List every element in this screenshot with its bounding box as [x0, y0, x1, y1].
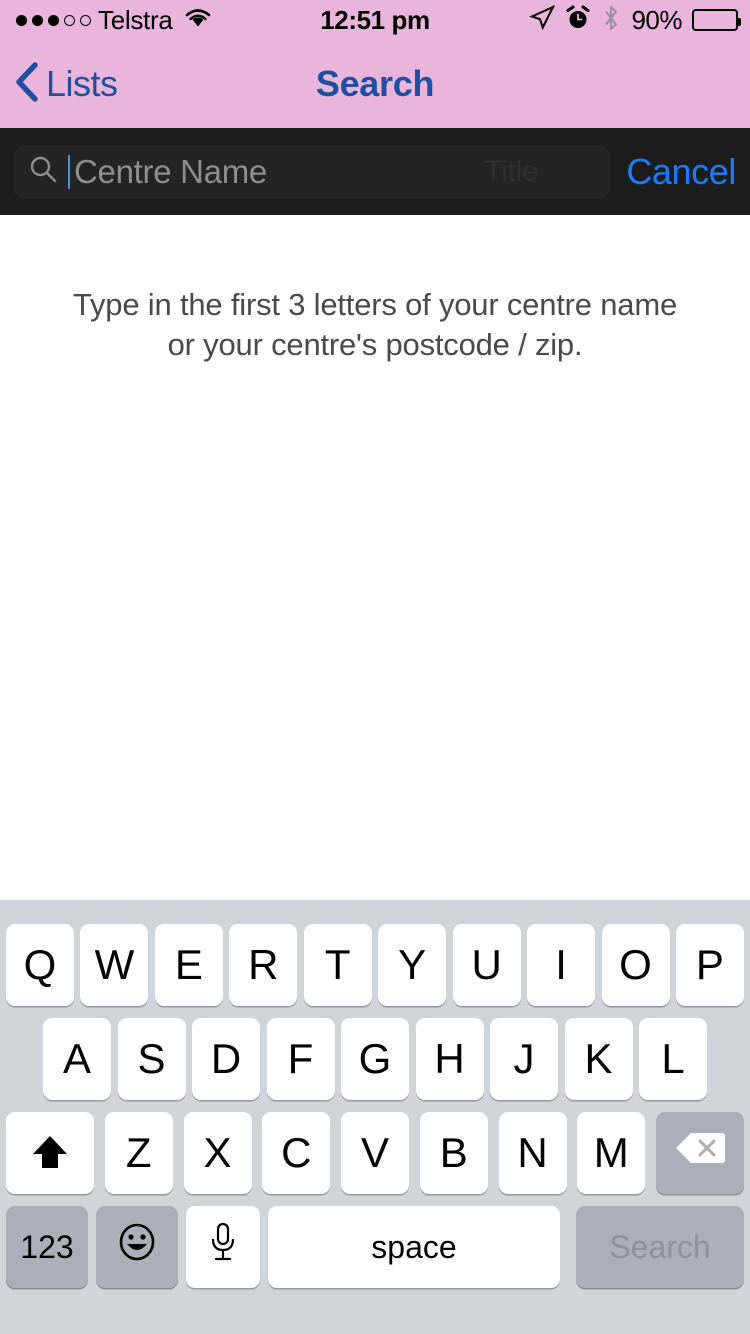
key-w[interactable]: W	[80, 924, 149, 1006]
key-v[interactable]: V	[341, 1112, 409, 1194]
phone-screen: Telstra 12:51 pm 90% Lists Search Centre…	[0, 0, 750, 1334]
status-bar: Telstra 12:51 pm 90%	[0, 0, 750, 40]
key-f[interactable]: F	[266, 1018, 335, 1100]
key-h[interactable]: H	[415, 1018, 484, 1100]
key-m[interactable]: M	[577, 1112, 646, 1194]
key-i[interactable]: I	[527, 924, 596, 1006]
search-hint-line-2: or your centre's postcode / zip.	[167, 326, 583, 362]
key-o[interactable]: O	[601, 924, 670, 1006]
key-r[interactable]: R	[229, 924, 298, 1006]
key-z[interactable]: Z	[104, 1112, 173, 1194]
onscreen-keyboard: Q W E R T Y U I O P A S D F G H J K L Z …	[0, 900, 750, 1334]
status-bar-clock: 12:51 pm	[320, 4, 430, 35]
search-icon	[28, 154, 58, 189]
key-d[interactable]: D	[192, 1018, 260, 1100]
smiley-face-icon	[115, 1220, 159, 1274]
shift-key[interactable]	[6, 1112, 94, 1194]
keyboard-row-1: Q W E R T Y U I O P	[0, 924, 750, 1006]
page-title: Search	[315, 63, 435, 104]
key-e[interactable]: E	[154, 924, 223, 1006]
key-x[interactable]: X	[183, 1112, 252, 1194]
key-l[interactable]: L	[639, 1018, 707, 1100]
ghost-title-artifact: Title	[484, 154, 539, 188]
key-a[interactable]: A	[43, 1018, 111, 1100]
key-p[interactable]: P	[675, 924, 744, 1006]
navigation-bar: Lists Search	[0, 40, 750, 128]
key-y[interactable]: Y	[378, 924, 447, 1006]
key-k[interactable]: K	[564, 1018, 633, 1100]
keyboard-row-3: Z X C V B N M	[0, 1112, 750, 1194]
microphone-icon	[208, 1220, 238, 1274]
search-placeholder: Centre Name	[74, 152, 267, 190]
space-key[interactable]: space	[268, 1206, 560, 1288]
key-q[interactable]: Q	[6, 924, 74, 1006]
content-area: Type in the first 3 letters of your cent…	[0, 215, 750, 900]
numbers-key[interactable]: 123	[6, 1206, 88, 1288]
return-search-key[interactable]: Search	[576, 1206, 744, 1288]
dictation-key[interactable]	[186, 1206, 260, 1288]
key-t[interactable]: T	[303, 924, 372, 1006]
key-b[interactable]: B	[419, 1112, 488, 1194]
search-input[interactable]: Centre Name Title	[14, 144, 611, 199]
cancel-button[interactable]: Cancel	[626, 151, 736, 193]
key-n[interactable]: N	[498, 1112, 567, 1194]
emoji-key[interactable]	[96, 1206, 178, 1288]
key-c[interactable]: C	[262, 1112, 331, 1194]
key-g[interactable]: G	[341, 1018, 409, 1100]
text-cursor	[68, 154, 70, 189]
search-bar: Centre Name Title Cancel	[0, 128, 750, 215]
keyboard-row-4: 123 space Search	[0, 1206, 750, 1288]
key-s[interactable]: S	[117, 1018, 186, 1100]
search-hint-line-1: Type in the first 3 letters of your cent…	[72, 287, 677, 322]
search-hint-text: Type in the first 3 letters of your cent…	[0, 285, 750, 364]
backspace-delete-icon	[674, 1129, 726, 1177]
shift-up-arrow-icon	[27, 1130, 73, 1176]
key-j[interactable]: J	[490, 1018, 558, 1100]
keyboard-row-2: A S D F G H J K L	[0, 1018, 750, 1100]
battery-icon	[692, 9, 741, 31]
backspace-key[interactable]	[656, 1112, 744, 1194]
key-u[interactable]: U	[452, 924, 521, 1006]
